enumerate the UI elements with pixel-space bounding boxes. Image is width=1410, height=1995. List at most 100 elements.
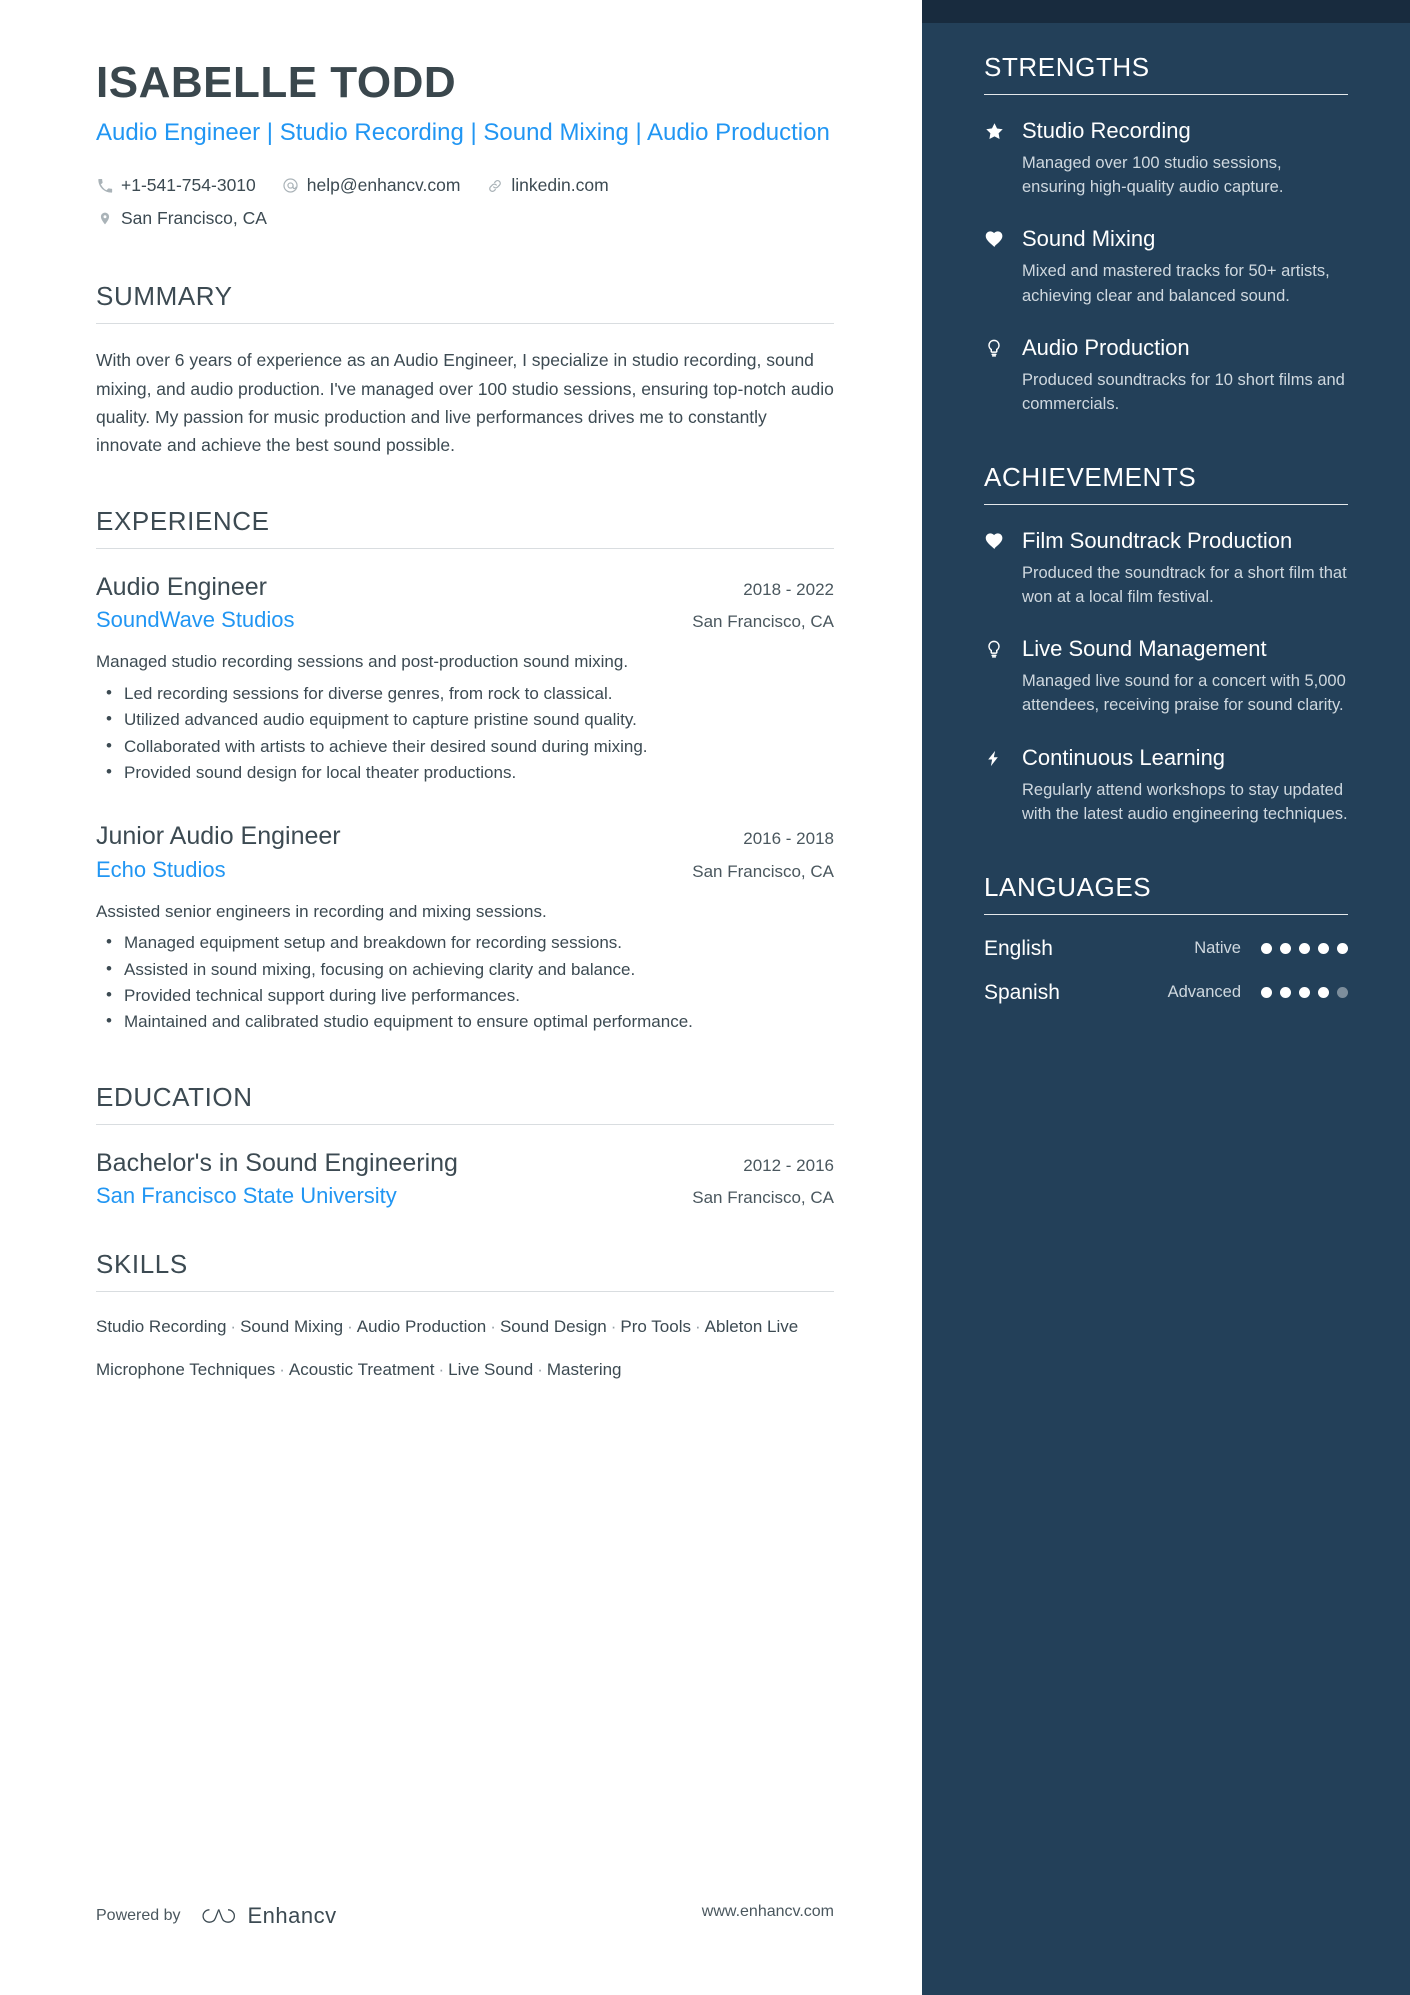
skill-tag: Ableton Live — [704, 1317, 799, 1337]
skills-row: Studio Recording · Sound Mixing · Audio Prod… — [96, 1314, 834, 1340]
contact-link[interactable]: linkedin.com — [486, 169, 609, 202]
lightbulb-icon — [984, 635, 1014, 717]
skill-tag: Studio Recording — [96, 1317, 227, 1337]
strength-description: Mixed and mastered tracks for 50+ artist… — [1022, 262, 1330, 305]
education-entry-head: Bachelor's in Sound Engineering 2012 - 2… — [96, 1147, 834, 1180]
footer-url[interactable]: www.enhancv.com — [702, 1903, 834, 1921]
skills-row: Microphone Techniques · Acoustic Treatment… — [96, 1357, 834, 1383]
experience-role: Audio Engineer — [96, 572, 267, 601]
rating-dot-filled — [1280, 987, 1291, 999]
contact-email-text: help@enhancv.com — [306, 174, 461, 195]
experience-bullet: Collaborated with artists to achieve the… — [96, 732, 834, 760]
language-row: English Native — [984, 937, 1348, 961]
skill-separator: · — [610, 1317, 617, 1337]
contact-block: +1-541-754-3010 help@enhancv.com linkedi… — [96, 169, 834, 236]
experience-description: Assisted senior engineers in recording a… — [96, 901, 547, 921]
sidebar: STRENGTHS Studio Recording Managed over … — [922, 0, 1410, 1995]
summary-text: With over 6 years of experience as an Au… — [96, 350, 834, 456]
experience-entry: Junior Audio Engineer 2016 - 2018 Echo S… — [96, 820, 834, 1035]
experience-bullet: Assisted in sound mixing, focusing on ac… — [96, 956, 834, 983]
sidebar-top-cap — [922, 0, 1410, 23]
achievements-section: ACHIEVEMENTS Film Soundtrack Production … — [984, 462, 1348, 826]
experience-dates: 2018 - 2022 — [743, 579, 834, 599]
powered-by-label: Powered by — [96, 1907, 181, 1924]
link-icon — [486, 177, 504, 195]
experience-entry: Audio Engineer 2018 - 2022 SoundWave Stu… — [96, 571, 834, 786]
contact-email[interactable]: help@enhancv.com — [282, 169, 461, 202]
skill-tag: Mastering — [546, 1359, 622, 1379]
summary-section: SUMMARY With over 6 years of experience … — [96, 281, 834, 459]
language-level: Advanced — [1167, 983, 1241, 1002]
enhancv-mark-icon — [201, 1909, 235, 1923]
star-icon — [984, 117, 1014, 199]
experience-company[interactable]: SoundWave Studios — [96, 607, 295, 633]
experience-location: San Francisco, CA — [692, 612, 834, 632]
skill-tag: Audio Production — [356, 1317, 487, 1337]
education-section-title: EDUCATION — [96, 1081, 253, 1112]
strength-description: Produced soundtracks for 10 short films … — [1022, 370, 1345, 413]
summary-divider — [96, 323, 834, 325]
strength-item: Studio Recording Managed over 100 studio… — [984, 117, 1348, 199]
strength-body: Audio Production Produced soundtracks fo… — [1014, 334, 1348, 416]
email-icon — [282, 177, 300, 195]
strength-body: Sound Mixing Mixed and mastered tracks f… — [1014, 225, 1348, 307]
phone-icon — [96, 177, 114, 195]
education-entry: Bachelor's in Sound Engineering 2012 - 2… — [96, 1147, 834, 1210]
experience-company[interactable]: Echo Studios — [96, 857, 226, 883]
strength-title: Audio Production — [1022, 334, 1190, 360]
education-divider — [96, 1123, 834, 1125]
achievement-item: Film Soundtrack Production Produced the … — [984, 527, 1348, 609]
contact-line-primary: +1-541-754-3010 help@enhancv.com linkedi… — [96, 169, 834, 202]
strength-body: Studio Recording Managed over 100 studio… — [1014, 117, 1348, 199]
language-name: English — [984, 936, 1053, 960]
skill-tag: Live Sound — [448, 1359, 534, 1379]
languages-divider — [984, 913, 1348, 915]
languages-section: LANGUAGES English Native Spanish Advance… — [984, 872, 1348, 1005]
experience-bullet: Provided sound design for local theater … — [96, 759, 834, 786]
skill-separator: · — [537, 1359, 543, 1379]
contact-location-text: San Francisco, CA — [121, 208, 267, 229]
experience-section: EXPERIENCE Audio Engineer 2018 - 2022 So… — [96, 506, 834, 1036]
rating-dot-filled — [1261, 943, 1272, 955]
strength-title: Sound Mixing — [1022, 226, 1156, 252]
education-entry-sub: San Francisco State University San Franc… — [96, 1183, 834, 1209]
contact-link-text: linkedin.com — [511, 174, 609, 195]
language-row: Spanish Advanced — [984, 981, 1348, 1005]
education-location: San Francisco, CA — [692, 1188, 834, 1208]
strength-title: Studio Recording — [1022, 118, 1191, 143]
experience-role: Junior Audio Engineer — [96, 822, 341, 851]
experience-bullet: Managed equipment setup and breakdown fo… — [96, 929, 834, 956]
experience-description: Managed studio recording sessions and po… — [96, 652, 629, 672]
rating-dot-empty — [1337, 987, 1348, 999]
education-school[interactable]: San Francisco State University — [96, 1183, 397, 1209]
experience-location: San Francisco, CA — [692, 861, 834, 881]
contact-phone-text: +1-541-754-3010 — [121, 174, 256, 195]
experience-divider — [96, 547, 834, 549]
strengths-divider — [984, 94, 1348, 95]
achievement-body: Continuous Learning Regularly attend wor… — [1014, 744, 1348, 826]
language-rating — [1261, 943, 1348, 955]
achievement-description: Managed live sound for a concert with 5,… — [1022, 672, 1346, 715]
skills-section-title: SKILLS — [96, 1249, 188, 1280]
strengths-section-title: STRENGTHS — [984, 52, 1150, 82]
achievement-description: Produced the soundtrack for a short film… — [1022, 564, 1347, 607]
achievement-body: Live Sound Management Managed live sound… — [1014, 635, 1348, 717]
contact-line-secondary: San Francisco, CA — [96, 202, 834, 235]
skill-separator: · — [490, 1317, 496, 1337]
enhancv-logo: Enhancv — [199, 1903, 337, 1929]
rating-dot-filled — [1337, 943, 1348, 955]
experience-entry-head: Audio Engineer 2018 - 2022 — [96, 571, 834, 604]
language-level: Native — [1194, 939, 1241, 958]
contact-phone[interactable]: +1-541-754-3010 — [96, 169, 256, 202]
rating-dot-filled — [1261, 987, 1272, 999]
skill-separator: · — [230, 1317, 237, 1337]
lightbulb-icon — [984, 334, 1014, 416]
location-pin-icon — [96, 210, 114, 228]
main-column: ISABELLE TODD Audio Engineer | Studio Re… — [0, 0, 922, 1995]
strength-item: Sound Mixing Mixed and mastered tracks f… — [984, 225, 1348, 307]
candidate-name: ISABELLE TODD — [96, 58, 457, 107]
achievement-item: Continuous Learning Regularly attend wor… — [984, 744, 1348, 826]
strength-item: Audio Production Produced soundtracks fo… — [984, 334, 1348, 416]
powered-by-block: Powered by Enhancv — [96, 1903, 337, 1929]
footer: Powered by Enhancv www.enhancv.com — [0, 1867, 922, 1995]
